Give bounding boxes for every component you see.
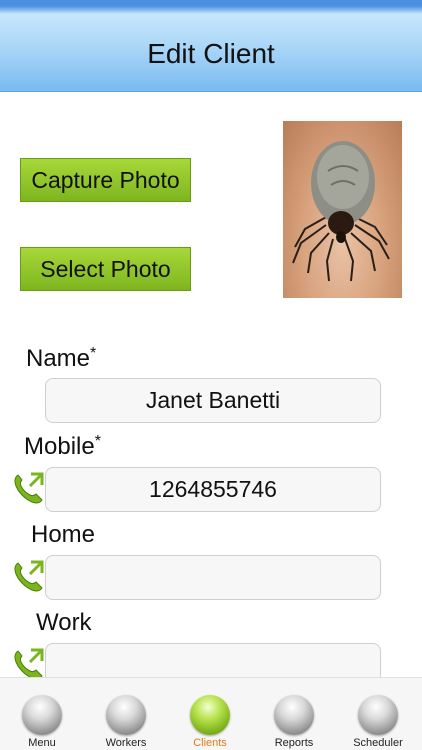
tab-ball-icon <box>358 695 398 735</box>
phone-call-icon[interactable] <box>12 471 46 505</box>
phone-call-icon[interactable] <box>12 559 46 593</box>
home-field[interactable] <box>45 555 381 600</box>
tab-ball-icon <box>22 695 62 735</box>
phone-call-icon[interactable] <box>12 647 46 681</box>
tab-workers[interactable]: Workers <box>84 678 168 750</box>
page-title: Edit Client <box>147 38 275 69</box>
name-field[interactable]: Janet Banetti <box>45 378 381 423</box>
home-label: Home <box>31 521 96 548</box>
header-bar: Edit Client <box>0 0 422 92</box>
client-photo <box>283 121 402 298</box>
tab-ball-icon <box>274 695 314 735</box>
tab-scheduler[interactable]: Scheduler <box>336 678 420 750</box>
name-label: Name* <box>26 345 97 372</box>
work-label: Work <box>36 609 92 636</box>
tab-ball-icon <box>106 695 146 735</box>
tab-clients[interactable]: Clients <box>168 678 252 750</box>
mobile-field[interactable]: 1264855746 <box>45 467 381 512</box>
tab-label: Workers <box>105 737 147 749</box>
tab-label: Menu <box>28 737 56 749</box>
tab-reports[interactable]: Reports <box>252 678 336 750</box>
select-photo-button[interactable]: Select Photo <box>20 247 191 291</box>
tab-label: Clients <box>193 737 227 749</box>
tab-menu[interactable]: Menu <box>0 678 84 750</box>
capture-photo-button[interactable]: Capture Photo <box>20 158 191 202</box>
mobile-label: Mobile* <box>24 433 101 460</box>
tab-label: Reports <box>274 737 314 749</box>
tab-label: Scheduler <box>353 737 403 749</box>
tab-ball-icon <box>190 695 230 735</box>
bottom-tab-bar: Menu Workers Clients Reports Scheduler <box>0 677 422 750</box>
